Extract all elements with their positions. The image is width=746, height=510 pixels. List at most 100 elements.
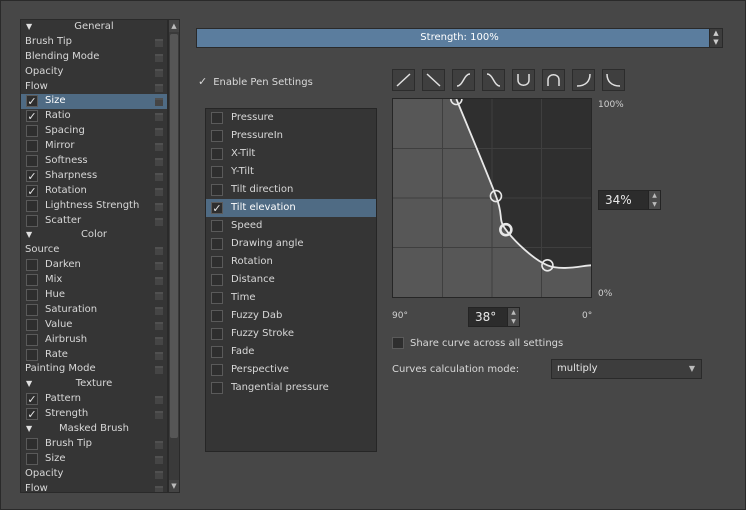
option-opacity[interactable]: Opacity xyxy=(21,467,167,482)
sensor-perspective[interactable]: Perspective xyxy=(206,361,376,379)
sensor-checkbox[interactable] xyxy=(211,166,223,178)
option-checkbox[interactable]: ✓ xyxy=(26,184,38,197)
curve-graph[interactable] xyxy=(393,99,591,297)
sensor-checkbox[interactable] xyxy=(211,346,223,358)
collapse-arrow-icon[interactable]: ▼ xyxy=(26,422,32,437)
sensor-checkbox[interactable] xyxy=(211,112,223,124)
option-size[interactable]: ✓ Size xyxy=(21,94,167,110)
strength-spin[interactable]: ▲ ▼ xyxy=(709,29,722,47)
strength-slider[interactable]: Strength: 100% ▲ ▼ xyxy=(196,28,723,48)
option-value[interactable]: Value xyxy=(21,318,167,333)
option-blending-mode[interactable]: Blending Mode xyxy=(21,50,167,65)
lock-icon[interactable] xyxy=(155,143,163,152)
option-rate[interactable]: Rate xyxy=(21,348,167,363)
option-airbrush[interactable]: Airbrush xyxy=(21,333,167,348)
option-checkbox[interactable] xyxy=(26,348,38,361)
option-rotation[interactable]: ✓ Rotation xyxy=(21,184,167,199)
option-checkbox[interactable] xyxy=(26,452,38,465)
lock-icon[interactable] xyxy=(155,321,163,330)
sensor-checkbox[interactable] xyxy=(211,130,223,142)
sensor-tilt-elevation[interactable]: ✓ Tilt elevation xyxy=(206,199,376,217)
sensor-speed[interactable]: Speed xyxy=(206,217,376,235)
option-source[interactable]: Source xyxy=(21,243,167,258)
enable-pen-settings-checkbox[interactable]: ✓ Enable Pen Settings xyxy=(198,75,313,88)
option-checkbox[interactable] xyxy=(26,303,38,316)
lock-icon[interactable] xyxy=(155,485,163,492)
lock-icon[interactable] xyxy=(155,202,163,211)
sensor-tangential-pressure[interactable]: Tangential pressure xyxy=(206,379,376,397)
s-curve-up-icon[interactable] xyxy=(452,69,475,91)
option-checkbox[interactable]: ✓ xyxy=(26,110,38,123)
sensor-rotation[interactable]: Rotation xyxy=(206,253,376,271)
lock-icon[interactable] xyxy=(155,336,163,345)
share-curve-box[interactable] xyxy=(392,337,404,349)
sensor-time[interactable]: Time xyxy=(206,289,376,307)
lock-icon[interactable] xyxy=(155,396,163,405)
section-header-texture[interactable]: ▼ Texture xyxy=(21,377,167,392)
sensor-fade[interactable]: Fade xyxy=(206,343,376,361)
angle-spinbox[interactable]: 38° ▲ ▼ xyxy=(468,307,520,327)
option-checkbox[interactable] xyxy=(26,214,38,227)
option-opacity[interactable]: Opacity xyxy=(21,65,167,80)
lock-icon[interactable] xyxy=(155,351,163,360)
option-saturation[interactable]: Saturation xyxy=(21,303,167,318)
option-checkbox[interactable] xyxy=(26,155,38,168)
section-header-general[interactable]: ▼ General xyxy=(21,20,167,35)
ease-in-icon[interactable] xyxy=(572,69,595,91)
sensor-pressurein[interactable]: PressureIn xyxy=(206,127,376,145)
option-checkbox[interactable]: ✓ xyxy=(26,95,38,108)
option-brush-tip[interactable]: Brush Tip xyxy=(21,437,167,452)
sensor-checkbox[interactable] xyxy=(211,148,223,160)
option-checkbox[interactable] xyxy=(26,333,38,346)
scroll-thumb[interactable] xyxy=(170,34,178,438)
lock-icon[interactable] xyxy=(155,128,163,137)
option-mirror[interactable]: Mirror xyxy=(21,139,167,154)
lock-icon[interactable] xyxy=(155,187,163,196)
option-mix[interactable]: Mix xyxy=(21,273,167,288)
angle-spin-arrows[interactable]: ▲ ▼ xyxy=(507,308,519,326)
option-checkbox[interactable] xyxy=(26,259,38,272)
section-header-color[interactable]: ▼ Color xyxy=(21,228,167,243)
sensor-fuzzy-dab[interactable]: Fuzzy Dab xyxy=(206,307,376,325)
lock-icon[interactable] xyxy=(155,68,163,77)
option-flow[interactable]: Flow xyxy=(21,482,167,492)
sensor-checkbox[interactable] xyxy=(211,328,223,340)
curves-mode-select[interactable]: multiply ▼ xyxy=(551,359,702,379)
option-flow[interactable]: Flow xyxy=(21,80,167,95)
sensor-checkbox[interactable] xyxy=(211,238,223,250)
sensor-drawing-angle[interactable]: Drawing angle xyxy=(206,235,376,253)
sensor-distance[interactable]: Distance xyxy=(206,271,376,289)
lock-icon[interactable] xyxy=(155,470,163,479)
sensor-y-tilt[interactable]: Y-Tilt xyxy=(206,163,376,181)
option-strength[interactable]: ✓ Strength xyxy=(21,407,167,422)
lock-icon[interactable] xyxy=(155,98,163,107)
option-lightness-strength[interactable]: Lightness Strength xyxy=(21,199,167,214)
option-checkbox[interactable] xyxy=(26,199,38,212)
lock-icon[interactable] xyxy=(155,455,163,464)
option-checkbox[interactable] xyxy=(26,437,38,450)
collapse-arrow-icon[interactable]: ▼ xyxy=(26,20,32,35)
sensor-checkbox[interactable] xyxy=(211,292,223,304)
sensor-checkbox[interactable] xyxy=(211,184,223,196)
option-checkbox[interactable] xyxy=(26,318,38,331)
lock-icon[interactable] xyxy=(155,158,163,167)
sensor-checkbox[interactable]: ✓ xyxy=(211,202,223,214)
lock-icon[interactable] xyxy=(155,366,163,375)
option-brush-tip[interactable]: Brush Tip xyxy=(21,35,167,50)
sensor-checkbox[interactable] xyxy=(211,220,223,232)
option-ratio[interactable]: ✓ Ratio xyxy=(21,109,167,124)
scroll-up-icon[interactable]: ▲ xyxy=(169,20,179,32)
lock-icon[interactable] xyxy=(155,440,163,449)
lock-icon[interactable] xyxy=(155,172,163,181)
lock-icon[interactable] xyxy=(155,83,163,92)
option-checkbox[interactable]: ✓ xyxy=(26,393,38,406)
lock-icon[interactable] xyxy=(155,277,163,286)
share-curve-checkbox[interactable]: Share curve across all settings xyxy=(392,337,563,350)
ease-out-icon[interactable] xyxy=(602,69,625,91)
options-scrollbar[interactable]: ▲ ▼ xyxy=(168,19,180,493)
lock-icon[interactable] xyxy=(155,53,163,62)
collapse-arrow-icon[interactable]: ▼ xyxy=(26,228,32,243)
lock-icon[interactable] xyxy=(155,113,163,122)
sensor-fuzzy-stroke[interactable]: Fuzzy Stroke xyxy=(206,325,376,343)
arch-curve-icon[interactable] xyxy=(542,69,565,91)
